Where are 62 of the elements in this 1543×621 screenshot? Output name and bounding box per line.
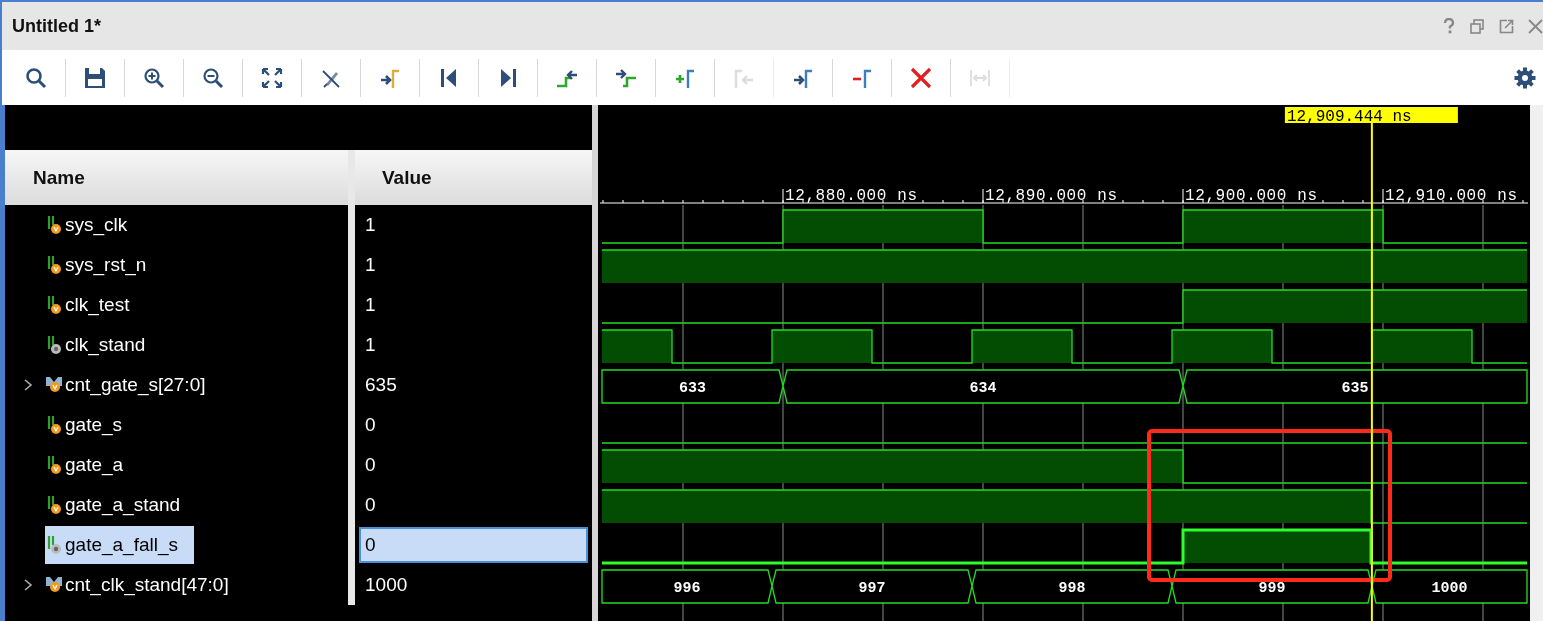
- time-label: 12,890.000 ns: [985, 187, 1118, 205]
- signal-name[interactable]: gate_a: [45, 446, 140, 484]
- signal-name[interactable]: gate_a_stand: [45, 486, 197, 524]
- bus-value: 999: [1258, 580, 1286, 597]
- settings-icon[interactable]: [1514, 66, 1536, 89]
- column-header[interactable]: Name: [5, 150, 355, 205]
- signal-name[interactable]: gate_a_fall_s: [45, 526, 195, 564]
- bus-value: 633: [679, 380, 706, 397]
- bus-value: 635: [1341, 380, 1369, 397]
- scrollbar[interactable]: [1530, 105, 1543, 621]
- signal-name[interactable]: clk_test: [45, 286, 146, 324]
- expand-icon[interactable]: [23, 378, 33, 392]
- help-icon[interactable]: [1442, 18, 1456, 34]
- bit-signal-icon: [45, 455, 63, 475]
- close-icon[interactable]: [1528, 18, 1543, 34]
- float-icon[interactable]: [1499, 18, 1514, 34]
- signal-name[interactable]: sys_clk: [45, 206, 144, 244]
- step-right-icon: [615, 66, 637, 89]
- bus-value: 1000: [1431, 580, 1468, 597]
- zoom-fit-icon: [261, 66, 283, 89]
- bus-value: 634: [969, 380, 997, 397]
- column-header[interactable]: Value: [355, 150, 592, 205]
- signal-value: 1: [364, 293, 377, 317]
- time-label: 12,900.000 ns: [1185, 187, 1318, 205]
- bit-signal-icon: [45, 415, 63, 435]
- bit-signal-icon: [45, 295, 63, 315]
- signal-name[interactable]: cnt_gate_s[27:0]: [45, 366, 222, 404]
- delete-icon: [910, 66, 932, 89]
- time-label: 12,910.000 ns: [1385, 187, 1518, 205]
- signal-name[interactable]: gate_s: [45, 406, 139, 444]
- bit-signal-icon: [45, 255, 63, 275]
- signal-value: 0: [359, 527, 588, 563]
- bus-value: 997: [858, 580, 886, 597]
- zoom-in-icon: [143, 66, 165, 89]
- bit-signal-icon: [45, 535, 63, 555]
- cursor-line[interactable]: [1370, 122, 1373, 621]
- signal-value: 0: [364, 493, 377, 517]
- bit-signal-icon: [45, 215, 63, 235]
- signal-name[interactable]: clk_stand: [45, 326, 162, 364]
- signal-name[interactable]: sys_rst_n: [45, 246, 163, 284]
- window-title: Untitled 1*: [12, 15, 101, 37]
- bit-signal-icon: [45, 335, 63, 355]
- signal-value: 1: [364, 213, 377, 237]
- restore-icon[interactable]: [1470, 18, 1485, 34]
- signal-value: 1000: [364, 573, 409, 597]
- expand-icon[interactable]: [23, 578, 33, 592]
- signal-value: 0: [364, 413, 377, 437]
- signal-name[interactable]: cnt_clk_stand[47:0]: [45, 566, 245, 604]
- bus-value: 996: [673, 580, 701, 597]
- cursor-label: 12,909.444 ns: [1284, 107, 1458, 126]
- save-icon: [84, 66, 106, 89]
- signal-value: 1: [364, 253, 377, 277]
- bit-signal-icon: [45, 495, 63, 515]
- bus-signal-icon: [45, 576, 63, 594]
- zoom-out-icon: [202, 66, 224, 89]
- bus-value: 998: [1058, 580, 1086, 597]
- signal-value: 635: [364, 373, 398, 397]
- search-icon: [25, 66, 47, 89]
- signal-value: 0: [364, 453, 377, 477]
- bus-signal-icon: [45, 376, 63, 394]
- time-label: 12,880.000 ns: [785, 187, 918, 205]
- signal-value: 1: [364, 333, 377, 357]
